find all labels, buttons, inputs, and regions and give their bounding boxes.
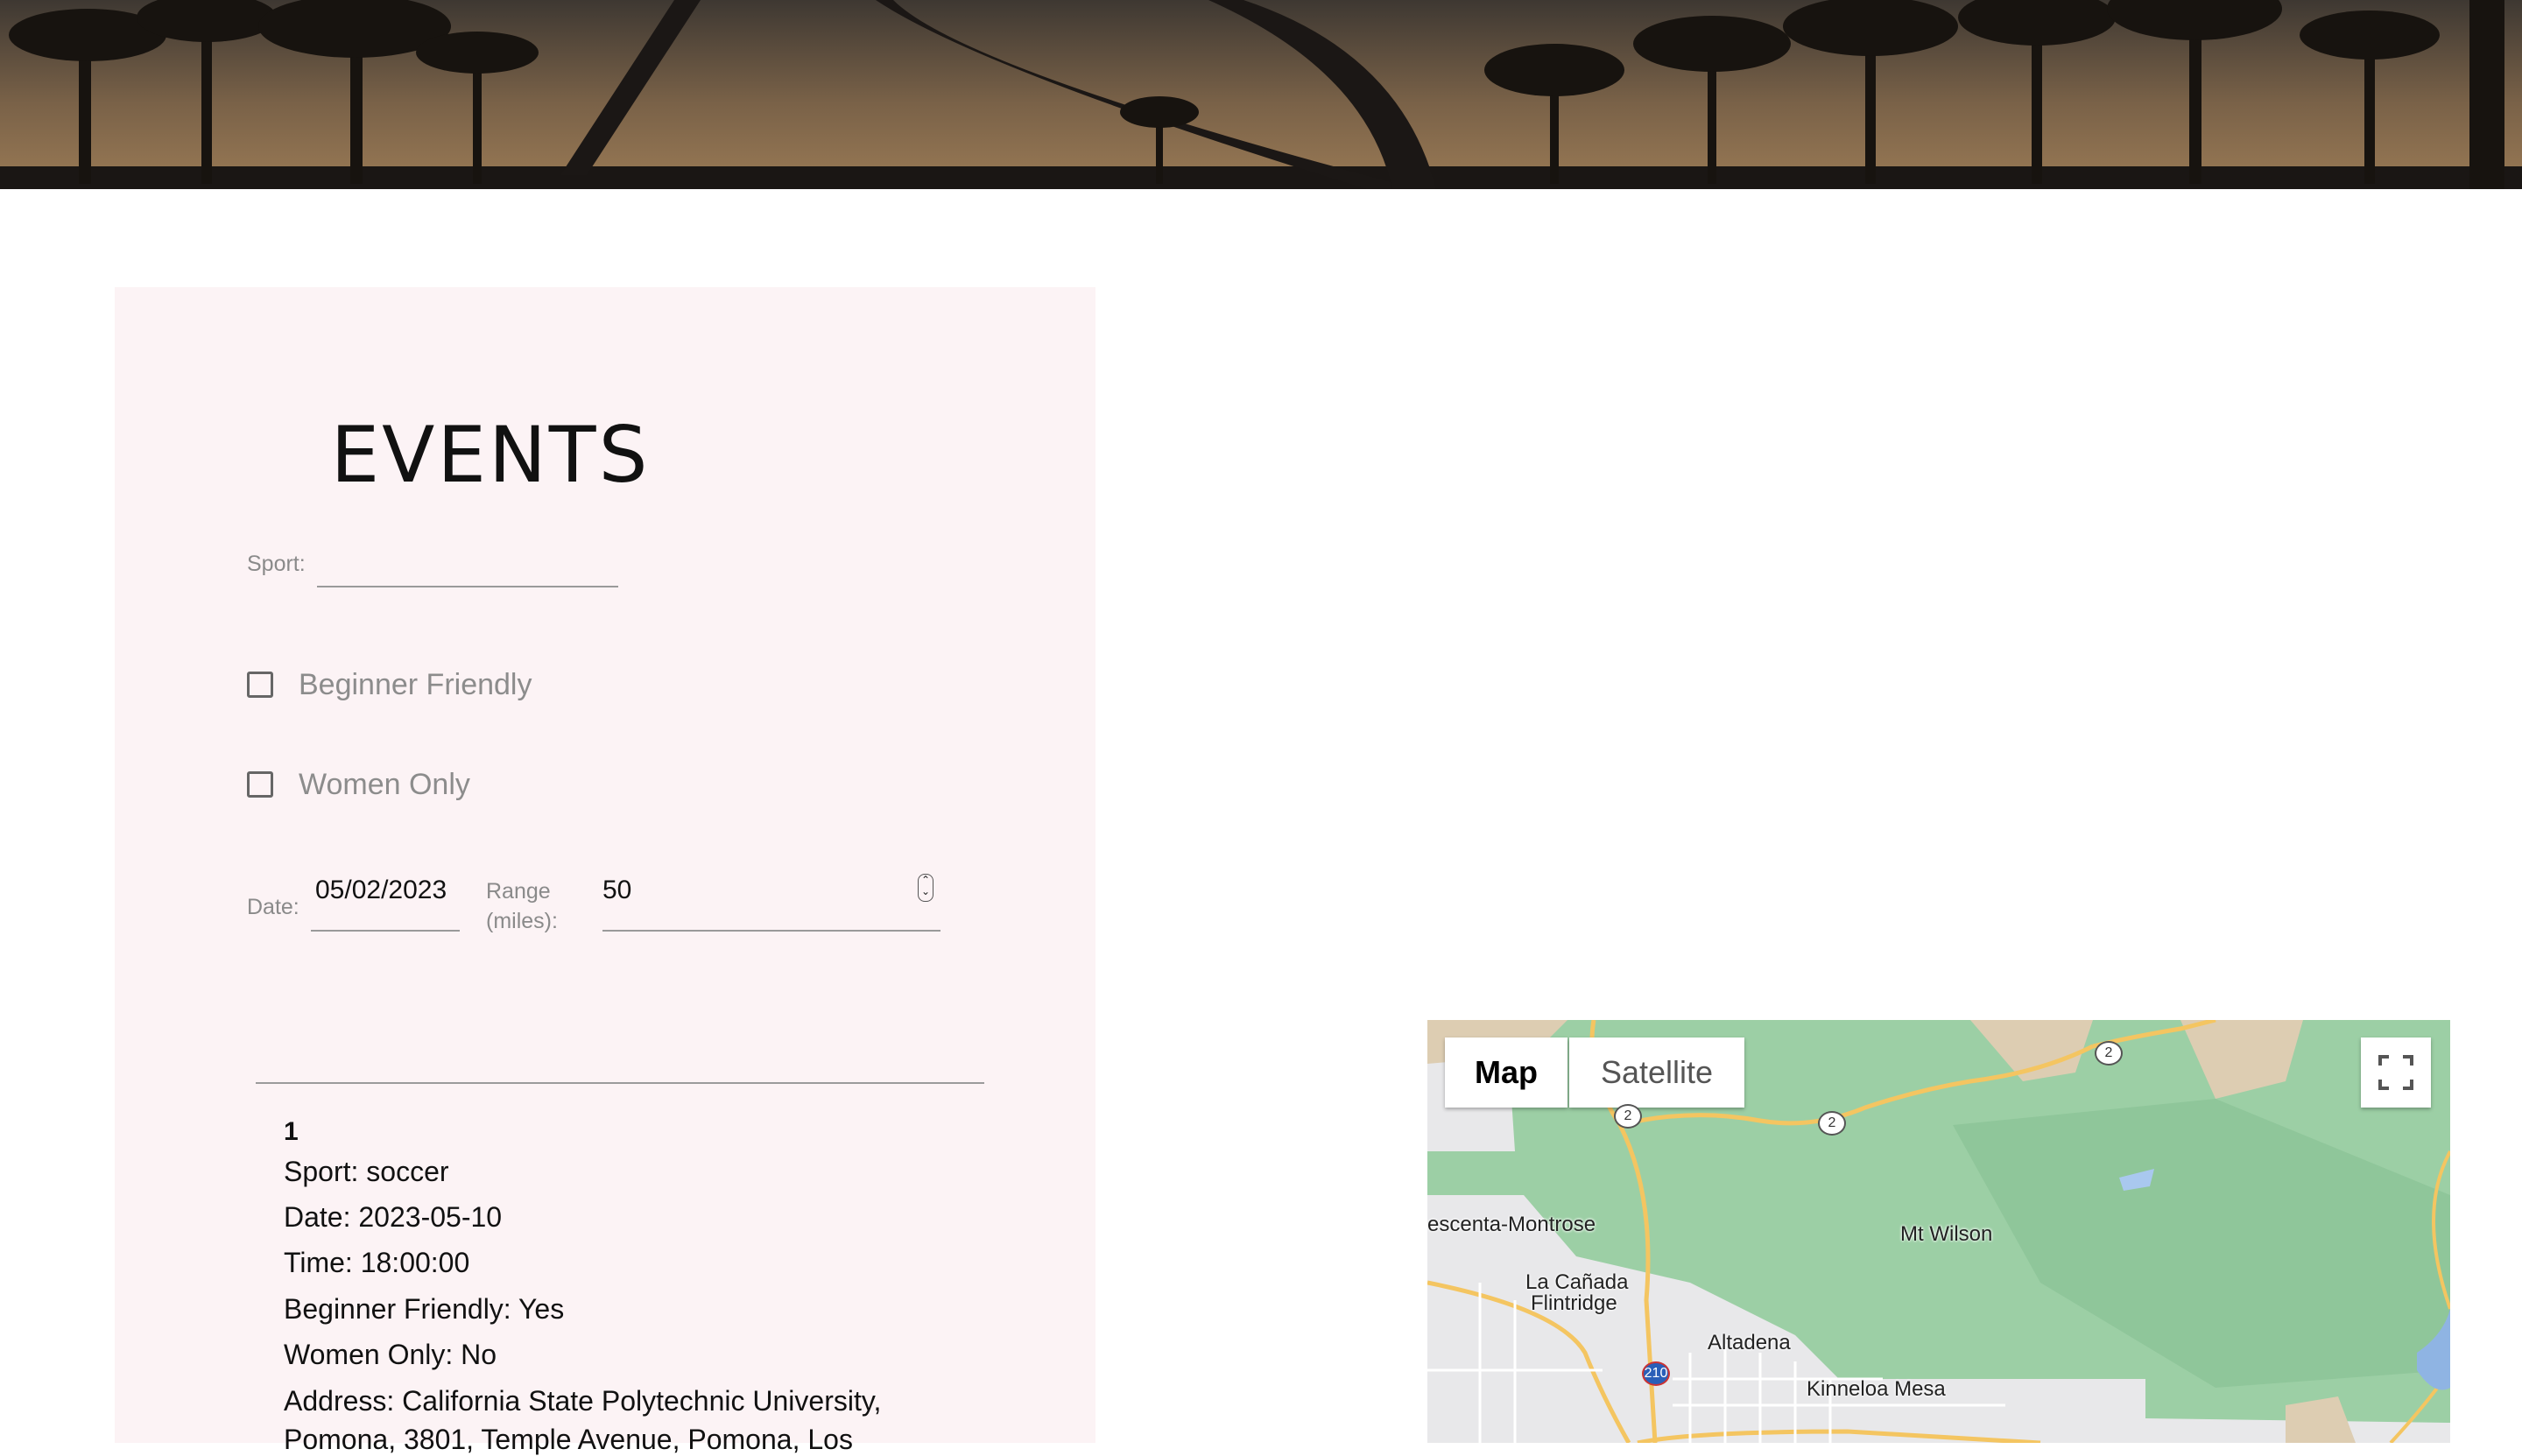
event-women: Women Only: No (284, 1339, 497, 1370)
route-shield: 2 (1818, 1111, 1846, 1136)
map-type-satellite-button[interactable]: Satellite (1569, 1037, 1744, 1108)
range-label-line1: Range (486, 879, 551, 904)
date-input-underline (311, 930, 460, 932)
map-label-altadena: Altadena (1708, 1331, 1791, 1354)
fullscreen-button[interactable] (2361, 1037, 2431, 1108)
event-sport: Sport: soccer (284, 1156, 449, 1187)
palm-silhouette-illustration (0, 0, 2522, 189)
hero-banner-image (0, 0, 2522, 189)
map-widget[interactable]: Map Satellite escenta-Montrose La Cañada… (1427, 1020, 2450, 1443)
event-address-line1: Address: California State Polytechnic Un… (284, 1385, 882, 1417)
event-number: 1 (284, 1117, 299, 1146)
page-title: EVENTS (330, 410, 651, 500)
sport-label: Sport: (247, 552, 306, 576)
range-spinner[interactable]: ⌃ ⌄ (918, 874, 933, 902)
fullscreen-icon (2378, 1055, 2413, 1090)
sport-input-underline (317, 586, 618, 587)
interstate-shield: 210 (1642, 1361, 1670, 1386)
date-input[interactable]: 05/02/2023 (315, 876, 447, 905)
event-date: Date: 2023-05-10 (284, 1201, 503, 1233)
range-input[interactable]: 50 (602, 876, 631, 905)
range-input-underline (602, 930, 940, 932)
women-only-label: Women Only (299, 768, 470, 801)
event-time: Time: 18:00:00 (284, 1247, 470, 1278)
event-beginner: Beginner Friendly: Yes (284, 1293, 565, 1325)
map-type-map-button[interactable]: Map (1445, 1037, 1567, 1108)
map-label-flintridge: Flintridge (1531, 1291, 1617, 1315)
range-label-line2: (miles): (486, 909, 558, 933)
list-divider (256, 1082, 984, 1084)
map-label-mt-wilson: Mt Wilson (1900, 1222, 1993, 1246)
sport-input[interactable] (317, 545, 618, 580)
route-shield: 2 (1614, 1104, 1642, 1129)
route-shield: 2 (2095, 1041, 2123, 1066)
beginner-friendly-checkbox[interactable] (247, 672, 273, 698)
women-only-checkbox[interactable] (247, 771, 273, 798)
map-label-kinneloa-mesa: Kinneloa Mesa (1807, 1377, 1946, 1401)
date-label: Date: (247, 895, 299, 919)
map-label-crescenta: escenta-Montrose (1427, 1213, 1596, 1236)
beginner-friendly-label: Beginner Friendly (299, 668, 532, 701)
event-address-line2: Pomona, 3801, Temple Avenue, Pomona, Los (284, 1424, 853, 1455)
